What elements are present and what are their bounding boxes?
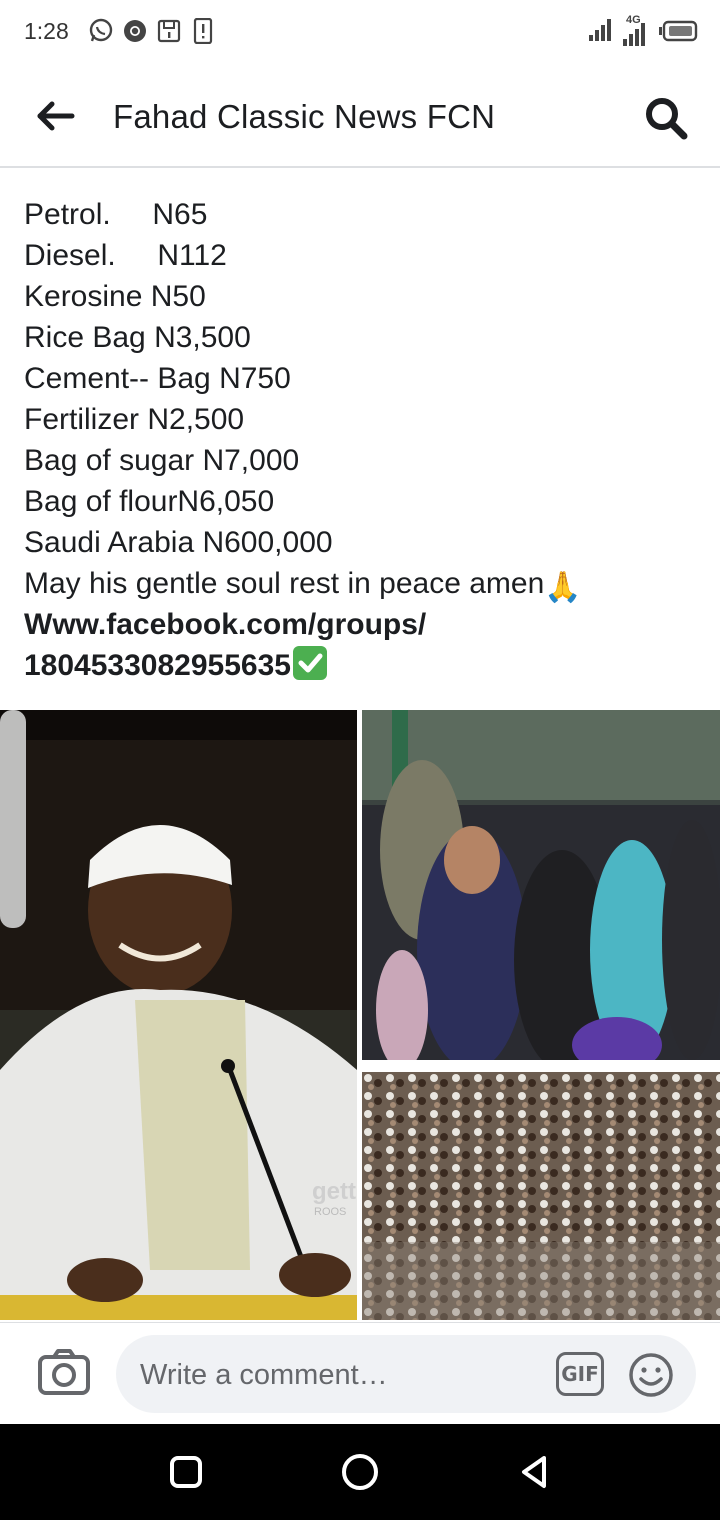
post-line-condolence: May his gentle soul rest in peace amen🙏: [24, 563, 704, 605]
recents-button[interactable]: [162, 1448, 210, 1496]
check-mark-emoji: [292, 646, 327, 680]
praying-hands-emoji: 🙏: [544, 570, 582, 605]
alert-icon: [190, 18, 216, 44]
app-header: Fahad Classic News FCN: [0, 64, 720, 168]
post-line: Cement-- Bag N750: [24, 362, 291, 395]
post-line: Fertilizer N2,500: [24, 403, 245, 436]
photo-crowd[interactable]: [362, 1072, 720, 1320]
group-link[interactable]: Www.facebook.com/groups/: [24, 604, 704, 645]
page-title: Fahad Classic News FCN: [113, 98, 496, 135]
smiley-icon: [629, 1353, 673, 1397]
group-link-id[interactable]: 1804533082955635: [24, 645, 704, 686]
whatsapp-icon: [88, 18, 114, 44]
status-system-icons: 4G: [588, 14, 698, 47]
photo-grid: gett ROOS: [0, 710, 720, 1320]
post-line: Diesel. N112: [24, 239, 227, 272]
battery-icon: [658, 20, 698, 47]
signal-4g-icon: 4G: [622, 14, 650, 47]
recents-icon: [170, 1456, 202, 1488]
arrow-left-icon: [37, 101, 75, 131]
post-line: Saudi Arabia N600,000: [24, 526, 333, 559]
comment-placeholder: Write a comment…: [140, 1359, 388, 1391]
group-link-line1: Www.facebook.com/groups/: [24, 608, 427, 641]
group-link-line2: 1804533082955635: [24, 649, 291, 682]
post-line: Petrol. N65: [24, 198, 208, 231]
chrome-icon: [122, 18, 148, 44]
back-button[interactable]: [30, 94, 82, 138]
post-line: Bag of sugar N7,000: [24, 444, 300, 477]
back-triangle-icon: [522, 1456, 546, 1488]
home-button[interactable]: [336, 1448, 384, 1496]
sim-icon: [156, 18, 182, 44]
status-notification-icons: [88, 18, 216, 44]
search-icon: [646, 98, 688, 140]
signal-icon: [588, 16, 614, 47]
emoji-button[interactable]: [628, 1352, 674, 1398]
camera-icon: [38, 1349, 90, 1395]
comment-input[interactable]: Write a comment… GIF: [116, 1335, 696, 1413]
gif-button[interactable]: GIF: [556, 1352, 604, 1396]
post-text: Petrol. N65 Diesel. N112 Kerosine N50 Ri…: [24, 194, 704, 686]
post-line: Kerosine N50: [24, 280, 206, 313]
photo-mourners[interactable]: [362, 710, 720, 1067]
search-button[interactable]: [642, 94, 690, 142]
post-line: Bag of flourN6,050: [24, 485, 275, 518]
condolence-text: May his gentle soul rest in peace amen: [24, 567, 545, 600]
home-icon: [342, 1454, 378, 1490]
photo-watermark: gett: [312, 1178, 356, 1205]
status-time: 1:28: [24, 18, 69, 44]
photo-watermark-sub: ROOS: [314, 1206, 347, 1218]
photo-portrait[interactable]: gett ROOS: [0, 710, 357, 1320]
camera-button[interactable]: [36, 1347, 92, 1399]
post-line: Rice Bag N3,500: [24, 321, 251, 354]
system-nav-bar: [0, 1424, 720, 1520]
back-nav-button[interactable]: [510, 1448, 558, 1496]
comment-bar: Write a comment… GIF: [0, 1322, 720, 1424]
status-bar: 1:28 4G: [0, 0, 720, 64]
